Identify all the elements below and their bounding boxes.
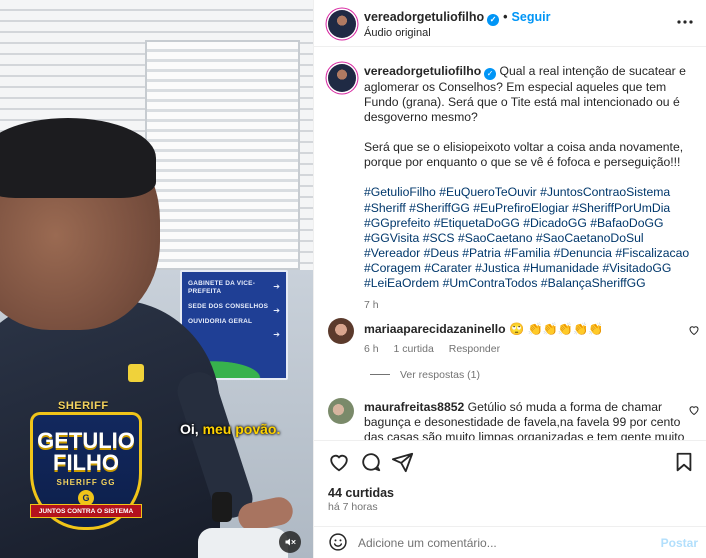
follow-button[interactable]: Seguir [512,10,551,24]
shoulder-patch [128,364,144,382]
caption-hashtags[interactable]: #GetulioFilho #EuQueroTeOuvir #JuntosCon… [364,185,694,291]
badge-top-label: SHERIFF [58,400,109,412]
arrow-right-icon: ➔ [273,330,280,339]
emoji-icon[interactable] [328,532,348,552]
post-comment-button[interactable]: Postar [661,536,698,550]
post-time-ago: há 7 horas [328,501,378,513]
comment-text: maurafreitas8852 Getúlio só muda a forma… [364,400,689,440]
likes-count[interactable]: 44 curtidas [328,486,394,500]
comment-bubble-icon[interactable] [360,451,382,473]
speaker-muted-icon [285,538,296,546]
sheriff-badge-logo: SHERIFF GETULIO FILHO SHERIFF GG G JUNTO… [30,400,142,532]
comment-likes[interactable]: 1 curtida [394,343,434,355]
badge-subtitle: SHERIFF GG [56,478,116,487]
verified-badge-icon: ✓ [487,14,500,26]
avatar[interactable] [328,398,354,424]
caption-username[interactable]: vereadorgetuliofilho [364,64,481,78]
reel-video[interactable]: GABINETE DA VICE-PREFEITA ➔ SEDE DOS CON… [0,0,313,558]
comment-meta: 6 h 1 curtida Responder [364,343,512,355]
more-options-icon[interactable] [675,14,695,30]
avatar[interactable] [328,64,356,92]
like-comment-heart-icon[interactable] [688,324,700,336]
comment-time: 6 h [364,343,379,355]
post-header: vereadorgetuliofilho ✓ • Seguir Áudio origi… [314,0,706,47]
person-hair [0,118,156,198]
save-bookmark-icon[interactable] [673,451,695,473]
window-blinds [145,40,300,270]
post-sidebar: vereadorgetuliofilho ✓ • Seguir Áudio origi… [313,0,706,558]
like-heart-icon[interactable] [328,451,350,473]
badge-ribbon: JUNTOS CONTRA O SISTEMA [30,504,142,518]
view-replies-label: Ver respostas (1) [400,369,480,381]
wristwatch [212,492,232,522]
white-object [198,528,288,558]
comment-text: mariaaparecidazaninello 🙄 👏👏👏👏👏 [364,322,689,337]
comment-body: 🙄 👏👏👏👏👏 [508,322,604,336]
comment-username[interactable]: mariaaparecidazaninello [364,322,506,336]
subtitle-highlight: meu povão. [202,421,281,437]
comment-username[interactable]: maurafreitas8852 [364,400,464,414]
view-replies-button[interactable]: Ver respostas (1) [370,369,480,381]
replies-divider-line [370,374,390,375]
header-user-line: vereadorgetuliofilho ✓ • Seguir [364,10,550,26]
header-username[interactable]: vereadorgetuliofilho [364,10,484,24]
avatar[interactable] [328,10,356,38]
sign-line: GABINETE DA VICE-PREFEITA [188,280,256,295]
subtitle-prefix: Oi, [180,421,203,437]
separator-dot: • [503,10,508,24]
reply-button[interactable]: Responder [449,343,500,355]
audio-link[interactable]: Áudio original [364,27,431,39]
comment-item: maurafreitas8852 Getúlio só muda a forma… [328,398,700,440]
arrow-right-icon: ➔ [273,306,280,315]
video-subtitle: Oi, meu povão. [180,421,280,437]
caption-paragraph-2: Será que se o elisiopeixoto voltar a coi… [364,140,684,170]
avatar[interactable] [328,318,354,344]
comment-composer: Postar [314,526,706,558]
caption-time: 7 h [364,299,379,312]
badge-name-line2: FILHO [53,450,119,475]
like-comment-heart-icon[interactable] [688,404,700,416]
post-dialog: GABINETE DA VICE-PREFEITA ➔ SEDE DOS CON… [0,0,706,558]
verified-badge-icon: ✓ [484,68,497,80]
badge-name-line1: GETULIO [37,428,135,453]
sign-line: OUVIDORIA GERAL [188,318,253,325]
comment-input[interactable] [358,534,648,552]
sign-line: SEDE DOS CONSELHOS [188,303,269,310]
mute-toggle-button[interactable] [279,531,301,553]
post-caption: vereadorgetuliofilho ✓ Qual a real intenç… [364,64,694,313]
share-send-icon[interactable] [392,451,414,473]
comments-scroll-area[interactable]: vereadorgetuliofilho ✓ Qual a real intenç… [314,48,706,440]
arrow-right-icon: ➔ [273,282,280,291]
